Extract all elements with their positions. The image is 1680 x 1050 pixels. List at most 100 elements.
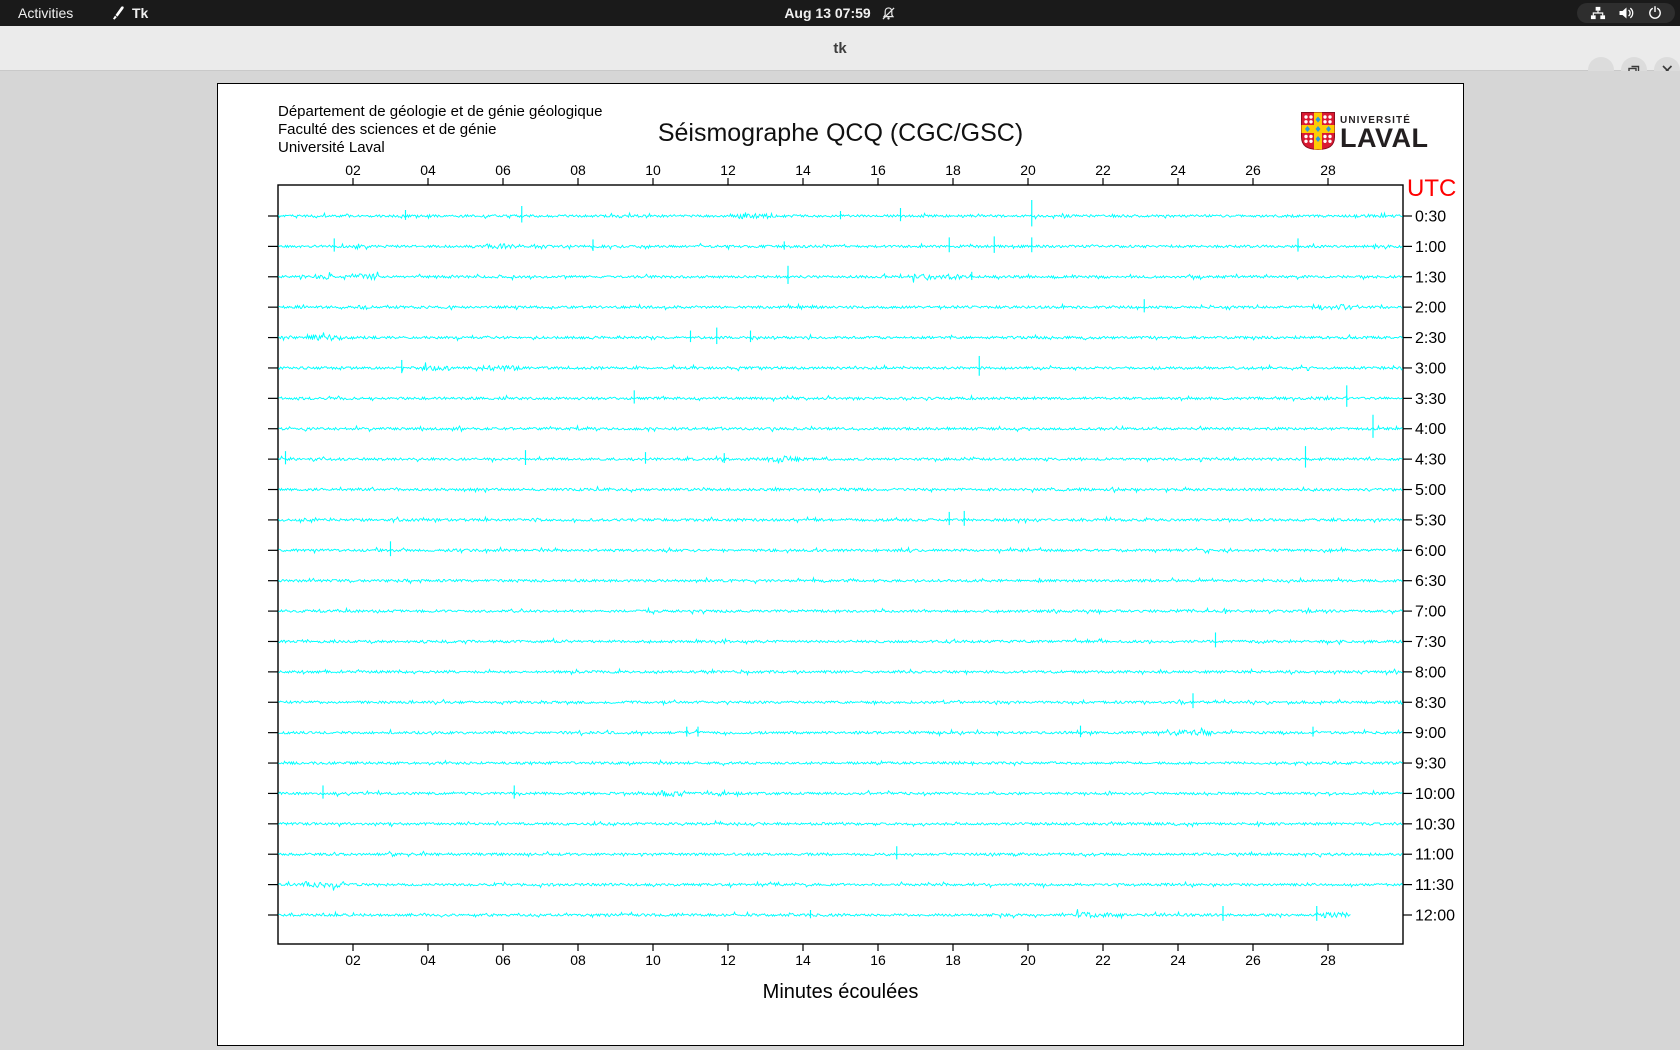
activities-button[interactable]: Activities [18,0,73,26]
time-label: 4:30 [1415,452,1446,469]
trace-6:00 [278,545,1403,555]
x-tick-label-top: 04 [420,162,436,178]
time-label: 11:30 [1415,877,1454,894]
time-label: 0:30 [1415,209,1446,226]
trace-3:30 [278,394,1403,403]
utc-label: UTC [1407,175,1456,202]
seismograph-figure: 02 02 04 04 06 06 08 08 10 10 12 12 14 14 16 16 18 18 20 20… [217,83,1464,1046]
x-tick-label-top: 08 [570,162,586,178]
trace-12:00 [278,909,1351,920]
time-label: 6:30 [1415,573,1446,590]
x-tick-label-bottom: 26 [1245,952,1261,968]
seismic-traces [278,200,1403,921]
x-tick-label-bottom: 08 [570,952,586,968]
x-tick-label-bottom: 06 [495,952,511,968]
time-label: 9:30 [1415,756,1446,773]
time-label: 1:30 [1415,269,1446,286]
notifications-muted-icon [882,6,895,20]
trace-11:00 [278,850,1403,859]
x-tick-label-top: 22 [1095,162,1111,178]
trace-9:30 [278,759,1403,767]
x-tick-label-bottom: 10 [645,952,661,968]
x-tick-label-bottom: 02 [345,952,361,968]
logo-text-laval: LAVAL [1340,123,1429,153]
time-label: 9:00 [1415,725,1446,742]
trace-10:30 [278,819,1403,828]
system-status-area[interactable] [1577,3,1675,23]
window-titlebar[interactable]: tk [0,26,1680,83]
time-label: 8:00 [1415,664,1446,681]
x-tick-label-top: 02 [345,162,361,178]
trace-7:00 [278,606,1403,616]
time-label: 12:00 [1415,907,1455,924]
time-label: 6:00 [1415,543,1446,560]
time-label: 7:30 [1415,634,1446,651]
trace-7:30 [278,637,1403,646]
trace-2:30 [278,332,1403,342]
time-label: 7:00 [1415,604,1446,621]
time-label: 5:30 [1415,512,1446,529]
trace-10:00 [278,788,1403,798]
trace-6:30 [278,576,1403,585]
x-tick-label-bottom: 14 [795,952,811,968]
time-label: 10:30 [1415,816,1455,833]
focused-app-name: Tk [132,5,149,21]
trace-4:00 [278,424,1403,433]
x-tick-label-top: 28 [1320,162,1336,178]
volume-icon [1619,7,1634,19]
x-tick-label-bottom: 20 [1020,952,1036,968]
x-tick-label-top: 20 [1020,162,1036,178]
trace-3:00 [278,362,1403,373]
plot-frame [277,184,1404,945]
trace-11:30 [278,880,1403,891]
x-tick-label-top: 24 [1170,162,1186,178]
network-icon [1590,6,1605,20]
time-label: 10:00 [1415,786,1455,803]
x-tick-label-top: 06 [495,162,511,178]
power-icon [1648,6,1661,19]
x-tick-label-top: 16 [870,162,886,178]
trace-8:30 [278,698,1403,707]
clock[interactable]: Aug 13 07:59 [784,5,870,21]
trace-2:00 [278,302,1403,311]
trace-8:00 [278,667,1403,677]
x-tick-label-top: 12 [720,162,736,178]
x-tick-label-top: 26 [1245,162,1261,178]
tk-app-icon [113,6,124,20]
x-tick-label-bottom: 18 [945,952,961,968]
time-label: 2:00 [1415,300,1446,317]
x-tick-label-bottom: 12 [720,952,736,968]
time-label: 2:30 [1415,330,1446,347]
x-axis-title: Minutes écoulées [762,981,919,1003]
time-label: 3:00 [1415,360,1446,377]
time-label: 8:30 [1415,695,1446,712]
focused-app-indicator[interactable]: Tk [110,0,148,26]
trace-9:00 [278,726,1403,738]
laval-shield-icon [1301,112,1335,150]
desktop-screen: { "topbar": { "activities": "Activities"… [0,0,1680,1050]
trace-5:00 [278,485,1403,494]
x-tick-label-bottom: 04 [420,952,436,968]
time-label: 5:00 [1415,482,1446,499]
x-tick-label-bottom: 16 [870,952,886,968]
trace-1:30 [278,271,1403,283]
window-title: tk [833,39,847,57]
x-tick-label-top: 14 [795,162,811,178]
x-tick-label-bottom: 28 [1320,952,1336,968]
x-axis-ticks: 02 02 04 04 06 06 08 08 10 10 12 12 14 14 16 16 18 18 20 20… [345,162,1336,968]
gnome-top-bar: Activities Tk Aug 13 07:59 [0,0,1680,26]
time-label: 3:30 [1415,391,1446,408]
figure-title: Séismographe QCQ (CGC/GSC) [657,119,1024,147]
x-tick-label-bottom: 24 [1170,952,1186,968]
time-axis-ticks: 0:30 1:00 1:30 2:00 2:30 3:00 3:30 4:00 4:30 5:00… [268,209,1455,924]
trace-5:30 [278,515,1403,525]
x-tick-label-top: 18 [945,162,961,178]
trace-4:30 [278,454,1403,464]
x-tick-label-bottom: 22 [1095,952,1111,968]
time-label: 11:00 [1415,847,1454,864]
x-tick-label-top: 10 [645,162,661,178]
time-label: 4:00 [1415,421,1446,438]
seismogram-plot: 02 02 04 04 06 06 08 08 10 10 12 12 14 14 16 16 18 18 20 20… [268,162,1456,968]
university-laval-logo: UNIVERSITÉ LAVAL [1301,112,1429,153]
trace-1:00 [278,242,1403,251]
